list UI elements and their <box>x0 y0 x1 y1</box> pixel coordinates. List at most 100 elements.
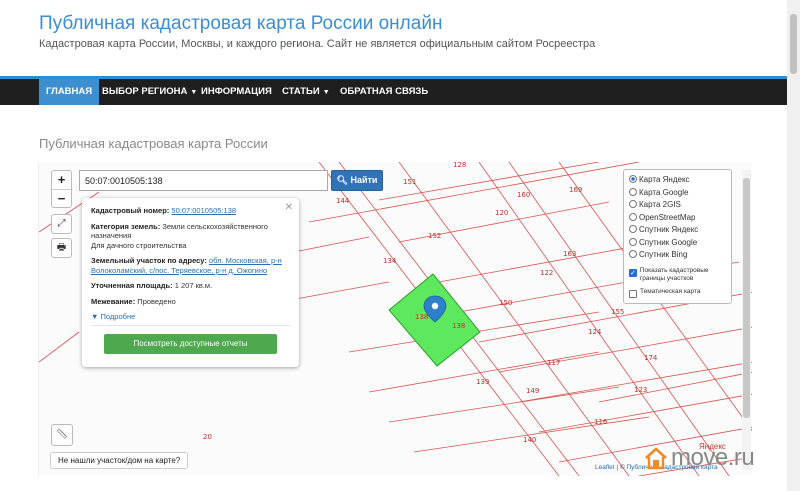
main-nav: ГЛАВНАЯ ВЫБОР РЕГИОНА ▼ ИНФОРМАЦИЯ СТАТЬИ… <box>0 79 800 105</box>
parcel-number: 124 <box>588 328 602 336</box>
boundary-value: Проведено <box>137 296 176 306</box>
cadastral-search-input[interactable] <box>79 170 328 191</box>
house-icon <box>645 447 667 470</box>
popup-divider <box>91 325 290 326</box>
parcel-number: 123 <box>634 386 647 394</box>
attribution-separator: | © <box>614 464 627 471</box>
parcel-number: 128 <box>453 162 466 169</box>
radio-icon[interactable] <box>629 200 637 208</box>
radio-icon[interactable] <box>629 212 637 221</box>
zoom-control: + − <box>51 170 72 208</box>
site-title[interactable]: Публичная кадастровая карта России онлай… <box>39 13 442 35</box>
map-scrollbar-thumb[interactable] <box>743 178 750 418</box>
layer-option-label: Карта 2GIS <box>639 200 681 209</box>
nav-item-region[interactable]: ВЫБОР РЕГИОНА ▼ <box>95 79 204 105</box>
layer-option-label: Карта Google <box>639 187 689 197</box>
area-value: 1 207 кв.м. <box>174 281 213 290</box>
parcel-number: 134 <box>383 257 397 265</box>
layer-option-label: Спутник Google <box>639 237 698 247</box>
zoom-out-button[interactable]: − <box>52 189 71 207</box>
layer-option-bing-satellite[interactable]: Спутник Bing <box>629 249 726 262</box>
printer-icon: 🖶 <box>56 242 67 253</box>
zoom-in-button[interactable]: + <box>52 171 71 189</box>
parcel-number: 20 <box>203 433 212 441</box>
parcel-number: 122 <box>540 269 553 277</box>
show-cadastral-borders-toggle[interactable]: ✓ Показать кадастровые границы участков <box>629 267 726 283</box>
radio-icon[interactable] <box>629 237 637 246</box>
parcel-number: 150 <box>499 299 512 307</box>
parcel-info-popup: ✕ Кадастровый номер: 50:07:0010505:138 К… <box>82 198 299 367</box>
boundary-label: Межевание: <box>91 296 136 306</box>
layer-option-2gis-map[interactable]: Карта 2GIS <box>629 199 726 212</box>
parcel-number: 174 <box>644 354 658 362</box>
page-scrollbar-thumb[interactable] <box>790 14 797 74</box>
nav-item-feedback[interactable]: ОБРАТНАЯ СВЯЗЬ <box>333 79 435 105</box>
page-title: Публичная кадастровая карта России <box>39 136 268 151</box>
layer-option-google-satellite[interactable]: Спутник Google <box>629 237 726 250</box>
site-subtitle: Кадастровая карта России, Москвы, и кажд… <box>39 38 596 50</box>
cadastral-map[interactable]: 128 151 169 144 160 120 152 134 163 122 … <box>38 162 752 476</box>
search-button-label: Найти <box>350 175 378 185</box>
layer-option-osm[interactable]: OpenStreetMap <box>629 212 726 225</box>
layer-option-google-map[interactable]: Карта Google <box>629 187 726 200</box>
nav-item-label: ВЫБОР РЕГИОНА <box>102 86 188 97</box>
nav-item-label: ИНФОРМАЦИЯ <box>201 86 272 97</box>
checkbox-label: Тематическая карта <box>640 287 701 295</box>
boundary-row: Межевание: Проведено <box>91 297 290 307</box>
radio-icon[interactable] <box>629 187 637 196</box>
thematic-map-toggle[interactable]: Тематическая карта <box>629 288 726 298</box>
layer-option-label: Карта Яндекс <box>639 175 690 184</box>
cadastral-number-row: Кадастровый номер: 50:07:0010505:138 <box>91 206 290 216</box>
more-details-label: Подробне <box>100 312 136 321</box>
measure-button[interactable]: 📏︎ <box>51 424 73 446</box>
checkbox-checked-icon[interactable]: ✓ <box>629 268 637 277</box>
land-usage-value: Для дачного строительства <box>91 240 187 250</box>
nav-item-label: ГЛАВНАЯ <box>46 86 93 97</box>
address-label: Земельный участок по адресу: <box>91 256 207 265</box>
caret-down-icon: ▼ <box>91 312 99 321</box>
layer-option-yandex-satellite[interactable]: Спутник Яндекс <box>629 224 726 237</box>
nav-item-label: ОБРАТНАЯ СВЯЗЬ <box>340 86 429 97</box>
parcel-number: 116 <box>594 418 608 426</box>
site-header: Публичная кадастровая карта России онлай… <box>0 0 800 78</box>
nav-item-info[interactable]: ИНФОРМАЦИЯ <box>194 79 279 105</box>
parcel-number: 140 <box>523 436 536 444</box>
parcel-number: 144 <box>336 197 350 205</box>
chevron-down-icon: ▼ <box>322 89 330 96</box>
cadastral-number-label: Кадастровый номер: <box>91 206 170 215</box>
not-found-button[interactable]: Не нашли участок/дом на карте? <box>50 452 189 469</box>
search-button[interactable]: 🔍︎ Найти <box>331 170 383 191</box>
layer-switcher: Карта Яндекс Карта Google Карта 2GIS Ope… <box>623 169 732 304</box>
print-button[interactable]: 🖶 <box>51 238 72 258</box>
expand-icon: ⤢ <box>57 218 66 229</box>
fullscreen-button[interactable]: ⤢ <box>51 214 72 234</box>
parcel-number: 149 <box>526 387 539 395</box>
radio-icon[interactable] <box>629 225 637 233</box>
parcel-number: 117 <box>547 359 560 367</box>
layer-option-label: Спутник Bing <box>639 250 688 259</box>
parcel-number: 151 <box>403 178 416 186</box>
ruler-icon: 📏︎ <box>55 429 69 440</box>
more-details-link[interactable]: ▼ Подробне <box>91 312 290 321</box>
view-reports-button[interactable]: Посмотреть доступные отчеты <box>104 334 277 354</box>
map-scrollbar[interactable] <box>742 170 751 470</box>
watermark-text: move.ru <box>671 444 755 471</box>
leaflet-link[interactable]: Leaflet <box>595 464 615 471</box>
address-row: Земельный участок по адресу: обл. Москов… <box>91 256 290 275</box>
nav-item-articles[interactable]: СТАТЬИ ▼ <box>275 79 337 105</box>
parcel-number: 160 <box>517 191 530 199</box>
nav-item-home[interactable]: ГЛАВНАЯ <box>39 79 100 105</box>
parcel-number: 155 <box>611 308 624 316</box>
cadastral-number-link[interactable]: 50:07:0010505:138 <box>171 206 236 215</box>
close-icon[interactable]: ✕ <box>285 202 293 213</box>
radio-icon[interactable] <box>629 250 637 258</box>
parcel-number: 120 <box>495 209 508 217</box>
parcel-number: 169 <box>569 186 582 194</box>
parcel-number: 152 <box>428 232 441 240</box>
page-scrollbar[interactable] <box>787 0 800 491</box>
layer-option-yandex-map[interactable]: Карта Яндекс <box>629 174 726 187</box>
area-label: Уточненная площадь: <box>91 281 173 290</box>
layer-option-label: Спутник Яндекс <box>639 225 699 234</box>
radio-selected-icon[interactable] <box>629 175 637 183</box>
checkbox-icon[interactable] <box>629 289 637 298</box>
